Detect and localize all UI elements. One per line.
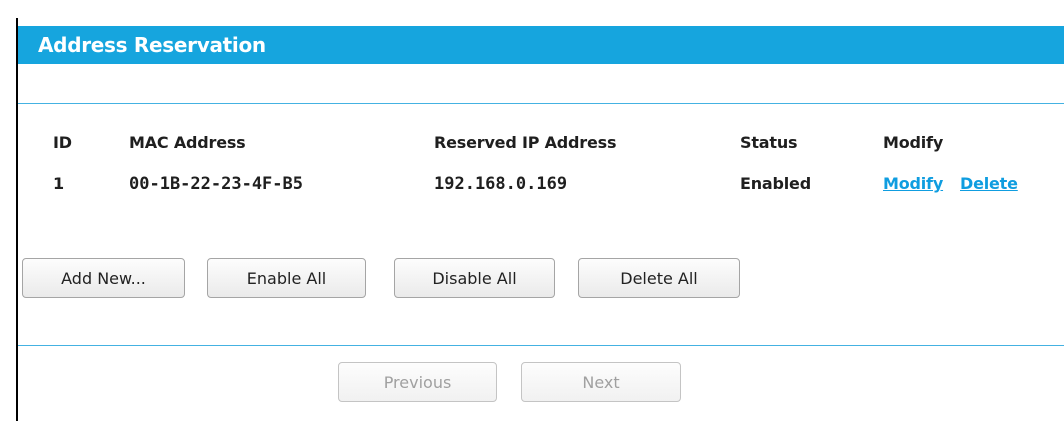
column-header-reserved-ip: Reserved IP Address bbox=[434, 133, 617, 152]
add-new-button[interactable]: Add New... bbox=[22, 258, 185, 298]
column-header-mac-address: MAC Address bbox=[129, 133, 246, 152]
cell-id: 1 bbox=[53, 174, 64, 193]
column-header-modify: Modify bbox=[883, 133, 944, 152]
next-button[interactable]: Next bbox=[521, 362, 681, 402]
delete-all-button[interactable]: Delete All bbox=[578, 258, 740, 298]
disable-all-button[interactable]: Disable All bbox=[394, 258, 555, 298]
column-header-status: Status bbox=[740, 133, 798, 152]
panel-left-border bbox=[16, 18, 18, 421]
enable-all-button[interactable]: Enable All bbox=[207, 258, 366, 298]
address-reservation-panel: Address Reservation ID MAC Address Reser… bbox=[0, 0, 1064, 421]
previous-button[interactable]: Previous bbox=[338, 362, 497, 402]
delete-link[interactable]: Delete bbox=[960, 174, 1018, 194]
divider-top bbox=[18, 103, 1064, 104]
cell-status: Enabled bbox=[740, 174, 811, 193]
page-title: Address Reservation bbox=[38, 33, 266, 57]
modify-link[interactable]: Modify bbox=[883, 174, 943, 194]
column-header-id: ID bbox=[53, 133, 72, 152]
cell-mac-address: 00-1B-22-23-4F-B5 bbox=[129, 174, 303, 194]
divider-bottom bbox=[18, 345, 1064, 346]
cell-reserved-ip: 192.168.0.169 bbox=[434, 174, 568, 194]
